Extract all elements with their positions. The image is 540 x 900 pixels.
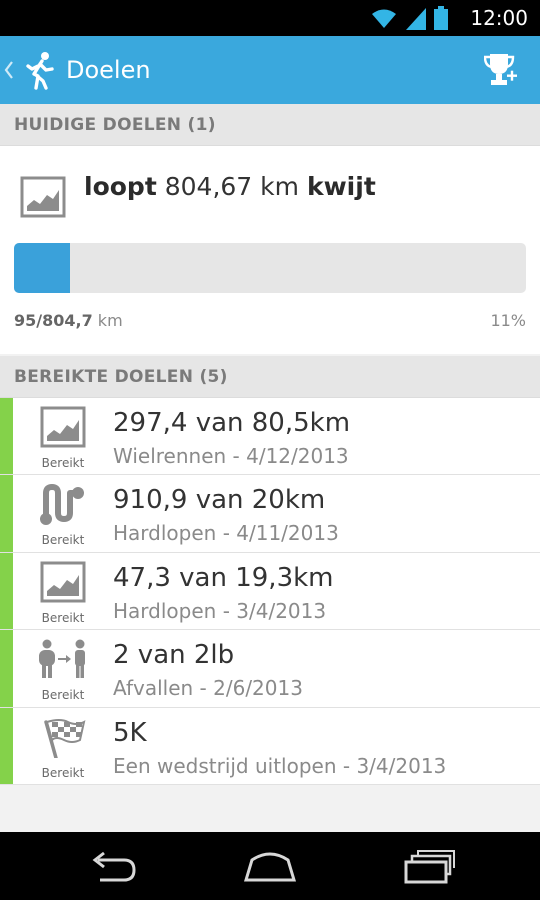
achieved-detail: Hardlopen - 4/11/2013 (113, 521, 339, 546)
goal-suffix: kwijt (306, 172, 376, 201)
add-goal-trophy-icon[interactable] (484, 52, 518, 88)
status-bar: 12:00 (0, 0, 540, 36)
list-item[interactable]: Bereikt 47,3 van 19,3km Hardlopen - 3/4/… (0, 552, 540, 631)
list-item[interactable]: Bereikt 910,9 van 20km Hardlopen - 4/11/… (0, 475, 540, 553)
list-item[interactable]: Bereikt 5K Een wedstrijd uitlopen - 3/4/… (0, 707, 540, 785)
home-icon[interactable] (242, 848, 298, 884)
recent-apps-icon[interactable] (402, 848, 458, 884)
progress-unit: km (92, 311, 123, 330)
goal-verb: loopt (84, 172, 157, 201)
achieved-goals-header-label: BEREIKTE DOELEN (5) (14, 367, 228, 387)
chevron-left-icon (4, 36, 18, 104)
current-goals-header-label: HUIDIGE DOELEN (1) (14, 115, 216, 135)
achieved-value: 47,3 van 19,3km (113, 562, 334, 593)
status-time: 12:00 (470, 6, 528, 30)
chart-icon (40, 406, 86, 448)
achieved-badge: Bereikt (41, 765, 85, 780)
goal-progress-percent: 11% (490, 311, 526, 330)
current-goals-header: HUIDIGE DOELEN (1) (0, 104, 540, 146)
chart-icon (20, 176, 66, 218)
route-icon (40, 484, 84, 526)
navigation-bar (0, 832, 540, 900)
achieved-value: 910,9 van 20km (113, 485, 326, 516)
achieved-stripe (0, 552, 13, 630)
achieved-value: 5K (113, 717, 147, 748)
achieved-value: 297,4 van 80,5km (113, 408, 351, 438)
action-bar: Doelen (0, 36, 540, 104)
achieved-goals-list: Bereikt 297,4 van 80,5km Wielrennen - 4/… (0, 398, 540, 785)
weight-loss-icon (39, 639, 85, 679)
signal-icon (406, 8, 426, 30)
achieved-stripe (0, 398, 13, 475)
achieved-detail: Hardlopen - 3/4/2013 (113, 598, 327, 623)
goal-progress-bar (14, 243, 526, 293)
achieved-stripe (0, 707, 13, 784)
achieved-goals-header: BEREIKTE DOELEN (5) (0, 356, 540, 398)
current-goal-title: loopt 804,67 km kwijt (84, 170, 376, 204)
runner-icon (26, 52, 54, 90)
achieved-badge: Bereikt (41, 533, 85, 548)
achieved-badge: Bereikt (41, 610, 85, 625)
achieved-detail: Afvallen - 2/6/2013 (113, 676, 303, 701)
achieved-detail: Wielrennen - 4/12/2013 (113, 444, 349, 468)
achieved-badge: Bereikt (41, 456, 85, 470)
status-icons (370, 6, 448, 30)
goal-progress-text: 95/804,7 km (14, 311, 123, 330)
achieved-detail: Een wedstrijd uitlopen - 3/4/2013 (113, 753, 447, 778)
screen-title: Doelen (66, 56, 151, 84)
goal-distance: 804,67 km (164, 172, 299, 201)
up-navigation[interactable]: Doelen (0, 36, 160, 104)
wifi-icon (372, 9, 396, 28)
goal-progress-fill (14, 243, 71, 293)
checkered-flag-icon (44, 718, 86, 758)
progress-done: 95 (14, 311, 37, 330)
list-item[interactable]: Bereikt 2 van 2lb Afvallen - 2/6/2013 (0, 630, 540, 708)
achieved-badge: Bereikt (41, 688, 85, 703)
battery-icon (434, 6, 448, 30)
chart-icon (40, 561, 86, 603)
back-icon[interactable] (84, 848, 140, 884)
progress-total: /804,7 (36, 311, 93, 330)
list-item[interactable]: Bereikt 297,4 van 80,5km Wielrennen - 4/… (0, 398, 540, 476)
achieved-stripe (0, 475, 13, 552)
achieved-value: 2 van 2lb (113, 640, 235, 671)
achieved-stripe (0, 630, 13, 707)
